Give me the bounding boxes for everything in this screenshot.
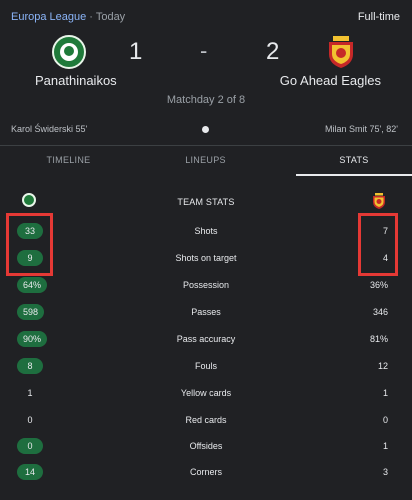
crest-clover [64,46,74,56]
stat-label: Fouls [194,361,217,371]
stat-row-red-cards: 0 Red cards 0 [0,411,412,431]
away-scorers: Milan Smit 75', 82' [325,124,398,134]
away-stat-value: 3 [382,467,388,477]
league-link[interactable]: Europa League [11,11,86,23]
stat-row-offsides: 0 Offsides 1 [0,437,412,457]
go-ahead-eagles-crest-icon [373,193,385,209]
stat-label: Shots [194,226,218,236]
stat-label: Corners [189,467,222,477]
highlight-box-home-shots [6,213,53,276]
match-date: Today [95,11,126,23]
home-score: 1 [129,38,143,65]
stat-row-passes: 598 Passes 346 [0,303,412,323]
stats-title: TEAM STATS [177,197,235,207]
league-row: Europa League · Today [11,11,125,23]
stat-label: Shots on target [175,253,237,263]
stat-label: Offsides [189,441,223,451]
tab-timeline[interactable]: TIMELINE [0,146,137,176]
home-scorers: Karol Świderski 55' [11,124,88,134]
away-stat-value: 1 [382,441,388,451]
league-separator: · [89,11,93,23]
stat-row-pass-accuracy: 90% Pass accuracy 81% [0,330,412,350]
panathinaikos-crest-icon[interactable] [52,35,86,69]
stat-label: Passes [191,307,221,317]
stat-label: Yellow cards [180,388,232,398]
away-stat-value: 1 [382,388,388,398]
home-team-name[interactable]: Panathinaikos [35,73,117,88]
go-ahead-eagles-crest-icon[interactable] [327,36,355,68]
stat-row-fouls: 8 Fouls 12 [0,357,412,377]
stat-label: Red cards [185,415,227,425]
away-team-name[interactable]: Go Ahead Eagles [280,73,381,88]
stat-row-shots-on-target: 9 Shots on target 4 [0,249,412,269]
tab-lineups[interactable]: LINEUPS [137,146,274,176]
stat-row-possession: 64% Possession 36% [0,276,412,296]
away-stat-value: 81% [369,334,388,344]
stat-label: Possession [182,280,230,290]
away-stat-value: 0 [382,415,388,425]
away-score: 2 [266,38,280,65]
away-stat-value: 12 [377,361,388,371]
match-tabs: TIMELINE LINEUPS STATS [0,146,412,176]
stat-label: Pass accuracy [176,334,236,344]
away-stat-value: 346 [372,307,388,317]
matchday-label: Matchday 2 of 8 [166,94,246,106]
away-stat-value: 36% [369,280,388,290]
tab-stats[interactable]: STATS [296,146,412,176]
stats-header: TEAM STATS [0,192,412,212]
stat-row-yellow-cards: 1 Yellow cards 1 [0,384,412,404]
highlight-box-away-shots [358,213,398,276]
score-separator: - [200,38,208,63]
football-icon [202,126,209,133]
match-header: Europa League · Today Full-time 1 - 2 Pa… [0,0,412,145]
match-status: Full-time [357,11,400,23]
stat-row-shots: 33 Shots 7 [0,222,412,242]
stat-row-corners: 14 Corners 3 [0,463,412,483]
